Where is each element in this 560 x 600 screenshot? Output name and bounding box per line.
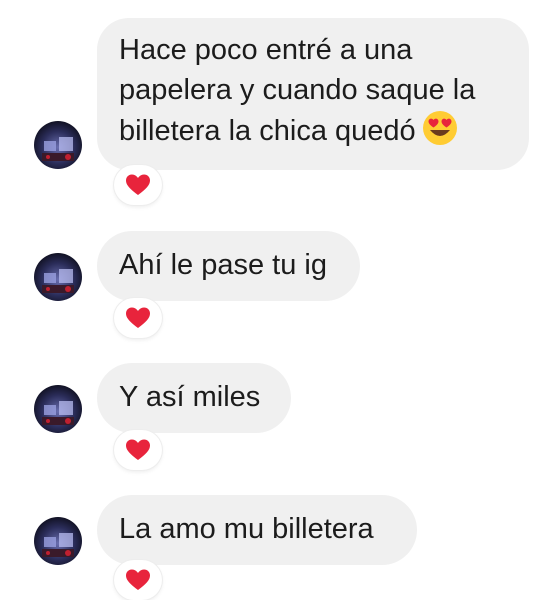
red-heart-icon [126,307,150,328]
avatar[interactable] [34,517,82,565]
reaction-badge[interactable] [114,298,162,338]
message-text-line: Ahí le pase tu ig [119,249,327,281]
reaction-badge[interactable] [114,560,162,600]
red-heart-icon [126,174,150,195]
heart-eyes-emoji-icon [422,110,458,146]
avatar[interactable] [34,385,82,433]
message-bubble[interactable]: Ahí le pase tu ig [97,231,360,301]
message-text-line-wrap: billetera la chica quedó [119,110,507,151]
avatar[interactable] [34,253,82,301]
message-bubble[interactable]: Hace poco entré a una papelera y cuando … [97,18,529,170]
message-text-line: Hace poco entré a una [119,34,413,66]
red-heart-icon [126,569,150,590]
message-bubble[interactable]: Y así miles [97,363,291,433]
reaction-badge[interactable] [114,165,162,205]
message-thread: Hace poco entré a una papelera y cuando … [0,0,560,600]
red-heart-icon [126,439,150,460]
message-text-line: papelera y cuando saque la [119,74,476,106]
message-text-line: Y así miles [119,381,261,413]
avatar[interactable] [34,121,82,169]
message-bubble[interactable]: La amo mu billetera [97,495,417,565]
message-text-line: La amo mu billetera [119,513,374,545]
reaction-badge[interactable] [114,430,162,470]
message-text-line: billetera la chica quedó [119,115,416,147]
